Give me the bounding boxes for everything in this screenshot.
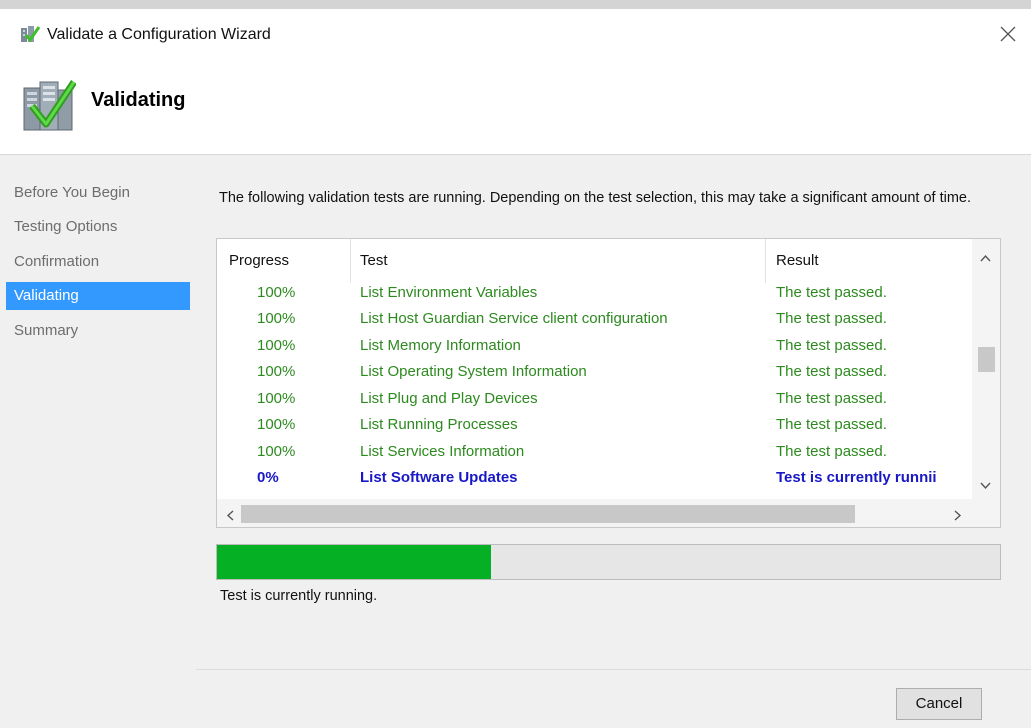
validation-progress-bar	[216, 544, 1001, 580]
row-result: The test passed.	[776, 337, 887, 354]
row-test-name: List Running Processes	[360, 416, 518, 433]
row-test-name: List Services Information	[360, 443, 525, 460]
cancel-button[interactable]: Cancel	[896, 688, 982, 720]
table-row[interactable]: 100% List Host Guardian Service client c…	[217, 306, 972, 332]
vertical-scrollbar[interactable]	[972, 239, 1000, 499]
footer-divider	[196, 669, 1031, 670]
close-icon	[1000, 26, 1016, 42]
nav-item-summary[interactable]: Summary	[6, 317, 190, 345]
window-top-border	[0, 0, 1031, 9]
intro-text: The following validation tests are runni…	[219, 190, 972, 206]
scroll-down-icon[interactable]	[980, 477, 991, 493]
row-progress: 100%	[257, 416, 296, 433]
row-progress: 100%	[257, 284, 296, 301]
wizard-app-icon	[20, 25, 41, 45]
row-progress: 0%	[257, 469, 279, 486]
row-progress: 100%	[257, 390, 296, 407]
horizontal-scrollbar[interactable]	[217, 499, 1000, 527]
validation-checkmark-icon	[22, 76, 77, 134]
table-row[interactable]: 100% List Memory Information The test pa…	[217, 333, 972, 359]
row-test-name: List Operating System Information	[360, 363, 587, 380]
row-result: The test passed.	[776, 416, 887, 433]
table-row[interactable]: 100% List Running Processes The test pas…	[217, 412, 972, 438]
table-row[interactable]: 100% List Services Information The test …	[217, 439, 972, 465]
row-progress: 100%	[257, 310, 296, 327]
table-row[interactable]: 0% List Software Updates Test is current…	[217, 465, 972, 491]
scroll-up-icon[interactable]	[980, 249, 991, 265]
content-panel: The following validation tests are runni…	[196, 155, 1031, 728]
nav-item-confirmation[interactable]: Confirmation	[6, 248, 190, 276]
page-title: Validating	[91, 89, 186, 111]
row-result: The test passed.	[776, 390, 887, 407]
status-text: Test is currently running.	[220, 588, 378, 604]
table-row[interactable]: 100% List Plug and Play Devices The test…	[217, 386, 972, 412]
test-list[interactable]: Progress Test Result 100% List Environme…	[216, 238, 1001, 528]
row-test-name: List Memory Information	[360, 337, 521, 354]
scroll-left-icon[interactable]	[226, 508, 234, 524]
progress-bar-fill	[217, 545, 492, 579]
row-result: The test passed.	[776, 284, 887, 301]
nav-item-validating[interactable]: Validating	[6, 282, 190, 310]
row-result: The test passed.	[776, 310, 887, 327]
title-bar[interactable]: Validate a Configuration Wizard	[0, 9, 1031, 57]
vertical-scroll-thumb[interactable]	[978, 347, 995, 372]
table-row[interactable]: 100% List Operating System Information T…	[217, 359, 972, 385]
row-test-name: List Software Updates	[360, 469, 518, 486]
row-result: The test passed.	[776, 443, 887, 460]
column-header-result[interactable]: Result	[776, 239, 819, 283]
wizard-window: Validate a Configuration Wizard Validati…	[0, 9, 1031, 728]
close-button[interactable]	[985, 17, 1031, 57]
wizard-step-nav: Before You Begin Testing Options Confirm…	[0, 155, 196, 728]
horizontal-scroll-thumb[interactable]	[241, 505, 855, 523]
window-title: Validate a Configuration Wizard	[47, 26, 271, 43]
nav-item-before-you-begin[interactable]: Before You Begin	[6, 179, 190, 207]
row-test-name: List Host Guardian Service client config…	[360, 310, 668, 327]
row-progress: 100%	[257, 363, 296, 380]
table-row[interactable]: 100% List Environment Variables The test…	[217, 280, 972, 306]
column-header-test[interactable]: Test	[360, 239, 388, 283]
column-divider[interactable]	[765, 239, 766, 283]
row-progress: 100%	[257, 337, 296, 354]
row-progress: 100%	[257, 443, 296, 460]
scroll-right-icon[interactable]	[954, 508, 962, 524]
nav-item-testing-options[interactable]: Testing Options	[6, 213, 190, 241]
row-test-name: List Environment Variables	[360, 284, 538, 301]
row-result: The test passed.	[776, 363, 887, 380]
column-header-progress[interactable]: Progress	[229, 239, 289, 283]
column-divider[interactable]	[350, 239, 351, 283]
row-test-name: List Plug and Play Devices	[360, 390, 538, 407]
row-result: Test is currently runnii	[776, 469, 937, 486]
